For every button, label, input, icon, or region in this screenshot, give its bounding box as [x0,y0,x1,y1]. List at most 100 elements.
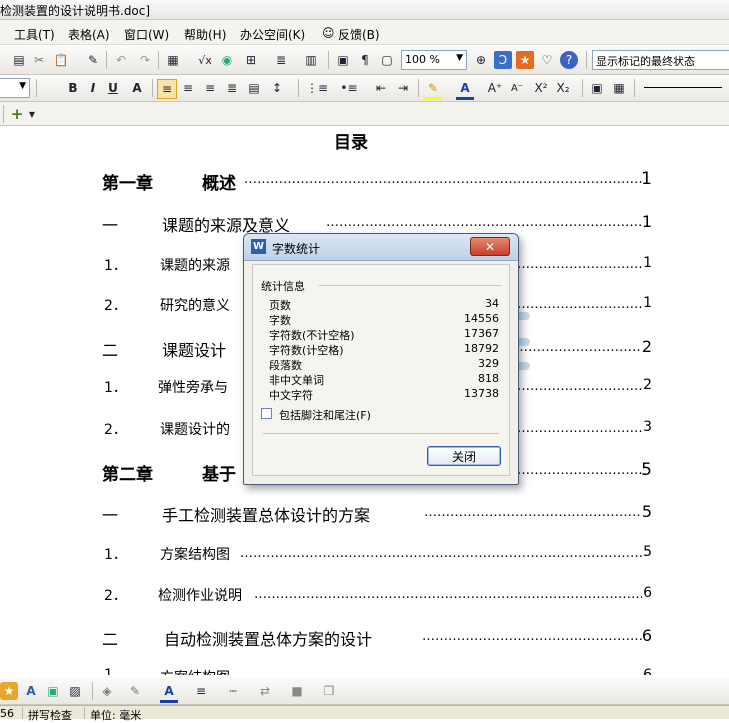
align-center-icon[interactable]: ≡ [179,79,197,97]
stat-label: 字符数(计空格) [269,344,344,357]
formula-icon[interactable]: √x [196,51,214,69]
copy-icon[interactable]: ▤ [10,51,28,69]
columns-icon[interactable]: ≣ [272,51,290,69]
3d-style-icon[interactable]: ❒ [320,682,338,700]
line-style-preview[interactable] [644,87,722,88]
font-size-select[interactable]: ▼ [0,78,30,98]
fill-color-icon[interactable]: ◈ [98,682,116,700]
toc-title: 课题设计的 [160,422,230,438]
undo-icon[interactable]: ↶ [112,51,130,69]
line-style-icon[interactable]: ≡ [192,682,210,700]
subscript-icon[interactable]: X₂ [554,79,572,97]
toc-title: 方案结构图 [160,547,230,563]
highlight-icon[interactable]: ✎ [424,79,442,100]
font-color-icon[interactable]: A [456,79,474,100]
menu-table[interactable]: 表格(A) [68,26,110,43]
toc-entry[interactable]: 第一章 概述 ………………………………………………………………………………………… [102,169,652,194]
track-changes-view-select[interactable]: 显示标记的最终状态 [592,50,729,70]
menu-office-space[interactable]: 办公空间(K) [240,26,305,43]
status-spell-check[interactable]: 拼写检查 [28,707,72,723]
menu-help[interactable]: 帮助(H) [184,26,226,43]
italic-icon[interactable]: I [84,79,102,97]
line-spacing-icon[interactable]: ↕ [268,79,286,97]
cut-icon[interactable]: ✂ [30,51,48,69]
star-icon[interactable]: ★ [516,51,534,69]
menu-bar: 工具(T) 表格(A) 窗口(W) 帮助(H) 办公空间(K) ☺ 反馈(B) [0,20,729,45]
arrow-style-icon[interactable]: ⇄ [256,682,274,700]
underline-icon[interactable]: U [104,79,122,97]
wordart-icon[interactable]: A [22,682,40,700]
chevron-down-icon[interactable]: ▼ [26,105,38,123]
toc-heading: 目录 [334,133,368,153]
toc-entry[interactable]: 1． 方案结构图 …………………………………………………………………………………… [104,544,652,566]
toc-page: 1 [641,169,652,189]
text-box-icon[interactable]: ▣ [588,79,606,97]
bold-icon[interactable]: B [64,79,82,97]
grow-font-icon[interactable]: A⁺ [486,79,504,97]
increase-indent-icon[interactable]: ⇥ [394,79,412,97]
format-painter-icon[interactable]: ✎ [84,51,102,69]
font-color-icon[interactable]: A [160,682,178,703]
toc-title: 弹性旁承与 [158,380,228,396]
stat-row: 页数 34 [269,297,499,312]
close-icon[interactable]: ✕ [470,237,510,256]
image-icon[interactable]: ▨ [66,682,84,700]
title-bar: 检测装置的设计说明书.doc] [0,0,729,20]
toc-entry[interactable]: 1 方案结构图 6 [104,667,652,675]
dialog-body: 统计信息 页数 34 字数 14556 字符数(不计空格) 17367 字符数(计空格… [252,264,510,476]
drawing-icon[interactable]: ▣ [334,51,352,69]
menu-feedback[interactable]: ☺ 反馈(B) [322,26,380,43]
line-color-icon[interactable]: ✎ [126,682,144,700]
zoom-select[interactable]: 100 % ▼ [401,50,467,70]
stat-value: 18792 [464,342,499,355]
stat-label: 段落数 [269,359,302,372]
shrink-font-icon[interactable]: A⁻ [508,79,526,97]
border-icon[interactable]: ▦ [610,79,628,97]
toc-label: 二 [102,630,119,649]
distribute-icon[interactable]: ▤ [245,79,263,97]
find-icon[interactable]: ⊕ [472,51,490,69]
paragraph-mark-icon[interactable]: ¶ [356,51,374,69]
superscript-icon[interactable]: X² [532,79,550,97]
toc-title: 课题设计 [162,341,227,360]
toc-entry[interactable]: 二 自动检测装置总体方案的设计 ………………………………………………………………… [102,626,652,650]
add-icon[interactable]: + [8,105,26,123]
toc-page: 1 [641,212,652,231]
clipart-icon[interactable]: ★ [0,682,18,700]
include-footnotes-checkbox[interactable] [261,408,272,419]
font-effect-icon[interactable]: A [128,79,146,97]
print-preview-icon[interactable]: ▢ [378,51,396,69]
toc-label: 1． [104,258,127,274]
redo-icon[interactable]: ↷ [136,51,154,69]
office-icon[interactable]: Ↄ [494,51,512,69]
numbering-icon[interactable]: ⋮≡ [306,79,328,97]
stat-value: 34 [485,297,499,310]
bullets-icon[interactable]: •≡ [340,79,358,97]
insert-table-icon[interactable]: ▦ [164,51,182,69]
stat-label: 页数 [269,299,291,312]
close-button[interactable]: 关闭 [427,446,501,466]
shadow-icon[interactable]: ■ [288,682,306,700]
menu-window[interactable]: 窗口(W) [124,26,169,43]
justify-icon[interactable]: ≣ [223,79,241,97]
template-icon[interactable]: ♡ [538,51,556,69]
paste-icon[interactable]: 📋 [52,51,70,69]
table-icon[interactable]: ⊞ [242,51,260,69]
align-right-icon[interactable]: ≡ [201,79,219,97]
standard-toolbar: ▤ ✂ 📋 ✎ ↶ ↷ ▦ √x ◉ ⊞ ≣ ▥ ▣ ¶ ▢ 100 % ▼ ⊕… [0,46,729,75]
toc-entry[interactable]: 2． 检测作业说明 ………………………………………………………………………………… [104,585,652,607]
hyperlink-icon[interactable]: ◉ [218,51,236,69]
toc-page: 5 [641,460,652,480]
toc-page: 3 [643,419,652,435]
toc-entry[interactable]: 一 手工检测装置总体设计的方案 ………………………………………………………………… [102,502,652,526]
picture-icon[interactable]: ▣ [44,682,62,700]
chart-icon[interactable]: ▥ [302,51,320,69]
dialog-title-bar[interactable]: W 字数统计 ✕ [244,234,518,261]
status-bar: 56 拼写检查 单位: 毫米 [0,705,729,722]
dash-style-icon[interactable]: ┅ [224,682,242,700]
menu-tools[interactable]: 工具(T) [14,26,55,43]
help-icon[interactable]: ? [560,51,578,69]
stat-row: 非中文单词 818 [269,372,499,387]
align-left-icon[interactable]: ≡ [157,79,177,99]
decrease-indent-icon[interactable]: ⇤ [372,79,390,97]
